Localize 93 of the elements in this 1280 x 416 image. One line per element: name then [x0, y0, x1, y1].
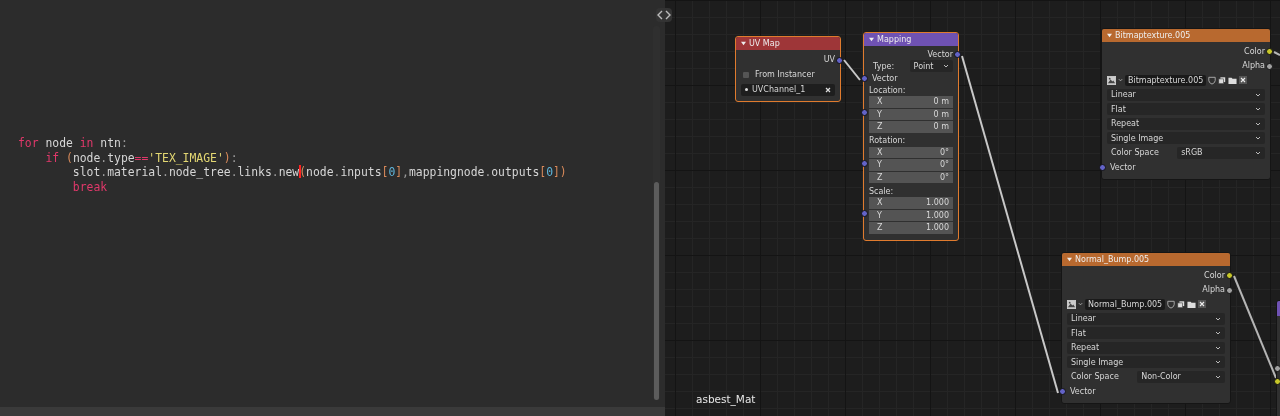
- code-line: slot.material.node_tree.links.new(node.inputs[0],mappingnode.outputs[0]): [71, 165, 567, 181]
- node[interactable]: Normal_Bump.005 Color Alpha Normal_Bump.005 Linear Flat Repeat Single Image Color Space Non-Color Vector: [1061, 252, 1231, 404]
- node-link: [1273, 51, 1280, 56]
- chevron-icon: [1215, 374, 1221, 379]
- socket-icon[interactable]: [1266, 48, 1273, 56]
- dropdown[interactable]: Single Image: [1067, 356, 1225, 369]
- dropdown[interactable]: sRGB: [1177, 146, 1265, 159]
- chevron-icon: [1215, 316, 1221, 321]
- dropdown[interactable]: Linear: [1107, 88, 1265, 101]
- vector-label: Rotation:: [869, 136, 906, 145]
- chevron-icon: [1255, 121, 1261, 126]
- node-header[interactable]: Mapping: [864, 33, 958, 46]
- input-field[interactable]: UVChannel_1: [741, 83, 835, 96]
- socket-label: Alpha: [1242, 61, 1265, 71]
- shield-icon[interactable]: [1208, 75, 1217, 85]
- chevron-icon: [1215, 345, 1221, 350]
- socket-label: Color: [1204, 270, 1225, 280]
- expand-icon[interactable]: [656, 8, 672, 22]
- clear-icon[interactable]: [825, 86, 831, 93]
- socket-label: Color: [1244, 46, 1265, 56]
- dropdown[interactable]: Flat: [1107, 103, 1265, 116]
- image-icon[interactable]: [1067, 299, 1076, 309]
- dropdown[interactable]: Flat: [1067, 327, 1225, 340]
- number-field[interactable]: X 0 m: [869, 96, 953, 109]
- folder-icon[interactable]: [1228, 75, 1238, 85]
- vector-label: Scale:: [869, 186, 894, 196]
- copy-icon[interactable]: [1177, 299, 1186, 309]
- dot-icon: [745, 88, 748, 91]
- socket-label: Vector: [871, 73, 898, 83]
- code-line: for node in ntn:: [18, 136, 128, 151]
- chevron-icon: [1255, 92, 1261, 97]
- node-title: Mapping: [877, 35, 912, 44]
- image-name-field[interactable]: Normal_Bump.005: [1085, 298, 1166, 310]
- socket-icon[interactable]: [1266, 62, 1273, 70]
- dropdown[interactable]: Linear: [1067, 312, 1225, 325]
- number-field[interactable]: Z 0 m: [869, 121, 953, 134]
- chevron-icon: [1255, 136, 1261, 141]
- collapse-icon[interactable]: [741, 41, 746, 46]
- socket-label: UV: [823, 55, 835, 64]
- socket-icon[interactable]: [1226, 272, 1233, 280]
- dropdown[interactable]: Non-Color: [1137, 370, 1225, 383]
- close-icon[interactable]: [1239, 76, 1248, 85]
- chevron-icon: [1255, 150, 1261, 155]
- socket-label: Vector: [1069, 386, 1096, 396]
- dropdown[interactable]: Repeat: [1107, 117, 1265, 130]
- scrollbar-thumb[interactable]: [654, 182, 659, 400]
- number-field[interactable]: X 1.000: [869, 197, 953, 210]
- node-link: [843, 59, 861, 81]
- dropdown-label: Color Space: [1110, 148, 1160, 158]
- dropdown-label: Type:: [872, 61, 896, 71]
- socket-label: Alpha: [1202, 285, 1225, 295]
- close-icon[interactable]: [1198, 300, 1207, 309]
- number-field[interactable]: Y 0°: [869, 159, 953, 172]
- node-title: UV Map: [749, 39, 780, 48]
- chevron-icon[interactable]: [1078, 302, 1083, 307]
- collapse-icon[interactable]: [869, 37, 874, 42]
- dropdown[interactable]: Single Image: [1107, 132, 1265, 145]
- chevron-icon: [1215, 331, 1221, 336]
- node-header[interactable]: Normal_Bump.005: [1062, 253, 1230, 266]
- chevron-icon: [1255, 107, 1261, 112]
- image-icon[interactable]: [1107, 75, 1116, 85]
- image-name-field[interactable]: Bitmaptexture.005: [1125, 74, 1207, 86]
- chevron-icon: [1215, 360, 1221, 365]
- collapse-icon[interactable]: [1067, 257, 1072, 262]
- dropdown-label: Color Space: [1070, 372, 1120, 382]
- node[interactable]: Bitmaptexture.005 Color Alpha Bitmaptexture.005 Linear Flat Repeat Single Image Color Space sRGB Vector: [1101, 28, 1271, 180]
- code-line: break: [71, 180, 108, 195]
- socket-label: Vector: [927, 49, 953, 59]
- node[interactable]: UV Map UV From Instancer UVChannel_1: [735, 36, 841, 102]
- vector-label: Location:: [869, 85, 906, 95]
- collapse-icon[interactable]: [1107, 33, 1112, 38]
- node[interactable]: Mapping Vector Type: Point Vector Location: X 0 m Y 0 m Z 0 m Rotation: X 0° Y 0° Z 0° Scale: X 1.000 Y 1.000 Z 1.000: [863, 32, 959, 241]
- checkbox-label: From Instancer: [755, 70, 815, 79]
- number-field[interactable]: X 0°: [869, 146, 953, 159]
- node-title: Bitmaptexture.005: [1115, 31, 1191, 40]
- node-header[interactable]: Bitmaptexture.005: [1102, 29, 1270, 42]
- socket-icon[interactable]: [1226, 286, 1233, 294]
- dropdown[interactable]: Point: [909, 60, 953, 72]
- copy-icon[interactable]: [1218, 75, 1227, 85]
- node-title: Normal_Bump.005: [1075, 255, 1150, 264]
- folder-icon[interactable]: [1187, 299, 1197, 309]
- node-canvas[interactable]: [665, 0, 1280, 416]
- dropdown[interactable]: Repeat: [1067, 341, 1225, 354]
- code-editor[interactable]: for node in ntn: if (node.type=='TEX_IMAGE'): slot.material.node_tree.links.new(node.inputs[0],mappingnode.outputs[0]) break: [0, 0, 665, 416]
- node-header[interactable]: UV Map: [736, 37, 840, 50]
- socket-label: Vector: [1109, 162, 1136, 172]
- code-line: if (node.type=='TEX_IMAGE'):: [44, 150, 238, 166]
- checkbox[interactable]: [743, 71, 749, 78]
- number-field[interactable]: Z 1.000: [869, 222, 953, 235]
- chevron-icon[interactable]: [1118, 78, 1123, 83]
- material-name: asbest_Mat: [696, 393, 756, 405]
- chevron-icon: [943, 64, 949, 68]
- shield-icon[interactable]: [1167, 299, 1176, 309]
